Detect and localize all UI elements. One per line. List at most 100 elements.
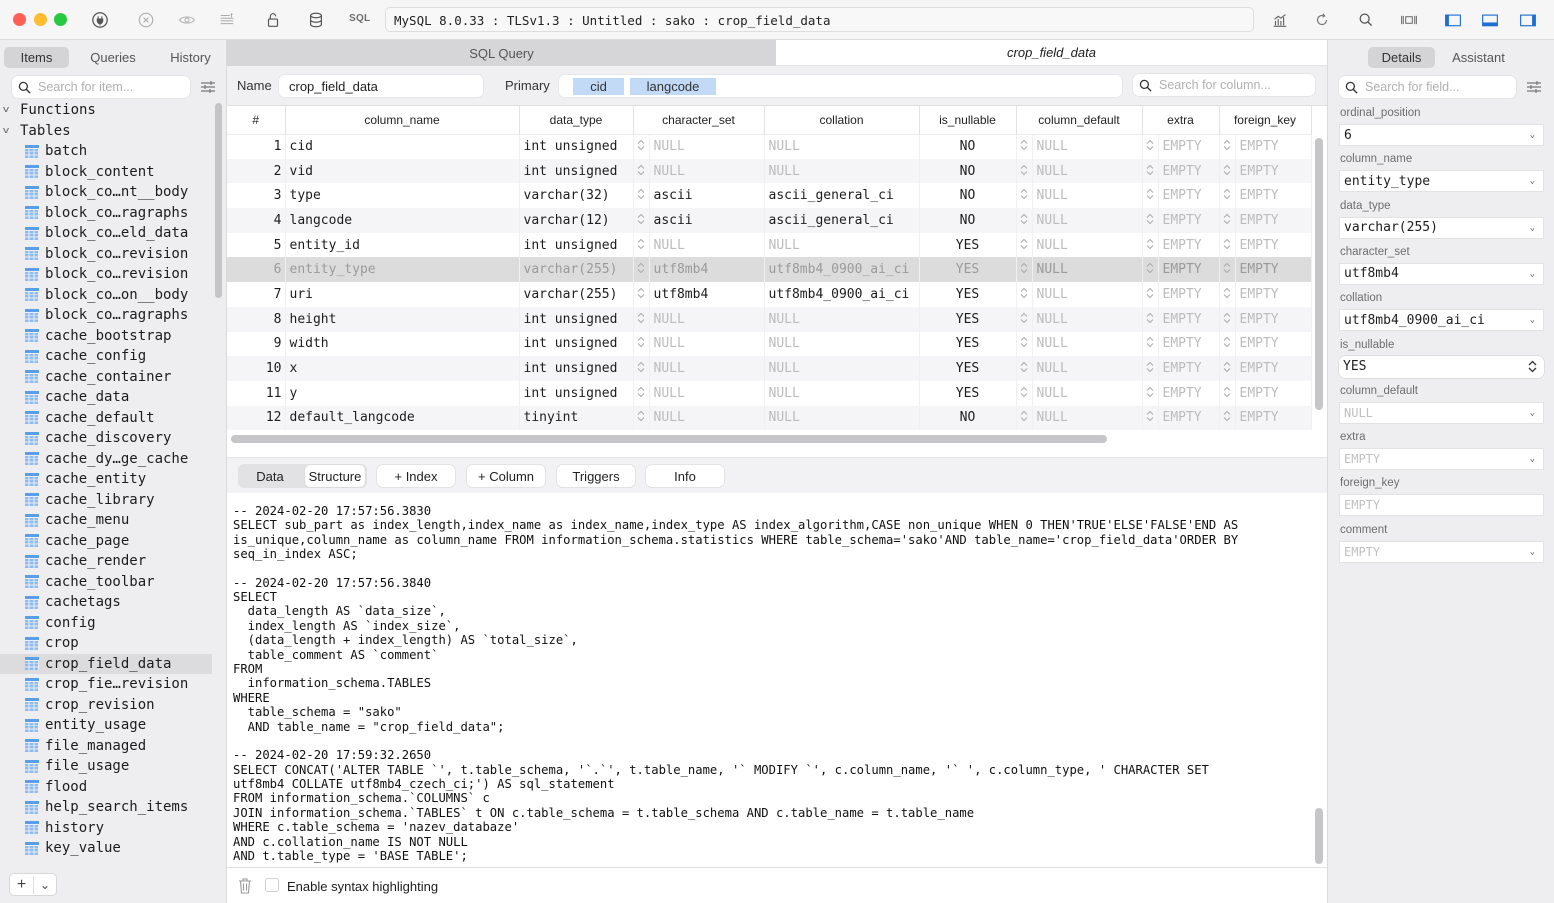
stepper-icon[interactable] — [633, 257, 650, 283]
column-name-cell[interactable]: cid — [285, 134, 520, 159]
character-set-cell[interactable]: ascii — [649, 183, 765, 209]
close-circle-icon[interactable] — [136, 10, 156, 30]
column-default-cell[interactable]: NULL — [1032, 331, 1143, 357]
stepper-icon[interactable] — [1142, 331, 1159, 357]
sidebar-item-table[interactable]: cache_config — [0, 346, 212, 367]
toggle-bottom-panel-icon[interactable] — [1479, 10, 1501, 30]
structure-tab[interactable]: Structure — [305, 465, 365, 487]
stepper-icon[interactable] — [1142, 405, 1159, 431]
column-default-cell[interactable]: NULL — [1032, 208, 1143, 233]
stepper-icon[interactable] — [633, 331, 650, 357]
extra-cell[interactable]: EMPTY — [1158, 331, 1220, 357]
sidebar-tab-queries[interactable]: Queries — [80, 47, 146, 68]
is-nullable-cell[interactable]: YES — [919, 331, 1017, 357]
sidebar-tab-items[interactable]: Items — [4, 47, 69, 68]
window-close-button[interactable] — [13, 13, 26, 26]
stepper-icon[interactable] — [1219, 257, 1236, 283]
data-type-cell[interactable]: varchar(12) — [519, 208, 634, 233]
row-number-cell[interactable]: 10 — [227, 356, 286, 381]
database-icon[interactable] — [306, 10, 326, 30]
stepper-icon[interactable] — [633, 405, 650, 431]
sidebar-item-table[interactable]: cache_render — [0, 551, 212, 572]
detail-field-comment[interactable]: EMPTY ⌄ — [1339, 540, 1544, 563]
sidebar-item-table[interactable]: cache_library — [0, 490, 212, 511]
text-align-icon[interactable] — [217, 10, 237, 30]
row-number-cell[interactable]: 9 — [227, 331, 286, 357]
stepper-icon[interactable] — [1142, 356, 1159, 381]
extra-cell[interactable]: EMPTY — [1158, 282, 1220, 307]
triggers-button[interactable]: Triggers — [557, 465, 635, 487]
foreign-key-cell[interactable]: EMPTY — [1235, 331, 1312, 357]
extra-cell[interactable]: EMPTY — [1158, 257, 1220, 283]
stepper-icon[interactable] — [633, 183, 650, 209]
column-name-cell[interactable]: height — [285, 306, 520, 332]
add-column-button[interactable]: + Column — [467, 465, 545, 487]
column-header[interactable]: data_type — [519, 106, 634, 135]
stepper-icon[interactable] — [1219, 158, 1236, 184]
character-set-cell[interactable]: utf8mb4 — [649, 282, 765, 307]
stepper-icon[interactable] — [1016, 356, 1033, 381]
grid-vertical-scrollbar[interactable] — [1315, 138, 1323, 410]
extra-cell[interactable]: EMPTY — [1158, 380, 1220, 406]
sidebar-item-table[interactable]: flood — [0, 777, 212, 798]
column-name-cell[interactable]: x — [285, 356, 520, 381]
info-button[interactable]: Info — [646, 465, 724, 487]
column-header[interactable]: is_nullable — [919, 106, 1017, 135]
column-name-cell[interactable]: default_langcode — [285, 405, 520, 431]
is-nullable-cell[interactable]: YES — [919, 380, 1017, 406]
sidebar-item-table[interactable]: block_co…ragraphs — [0, 305, 212, 326]
stepper-icon[interactable] — [1016, 380, 1033, 406]
data-type-cell[interactable]: int unsigned — [519, 232, 634, 258]
data-type-cell[interactable]: int unsigned — [519, 380, 634, 406]
foreign-key-cell[interactable]: EMPTY — [1235, 183, 1312, 209]
data-type-cell[interactable]: int unsigned — [519, 331, 634, 357]
table-row[interactable]: 5 entity_id int unsigned NULL NULL YES NULL EMP… — [227, 232, 1312, 258]
chart-icon[interactable] — [1270, 10, 1290, 30]
table-row[interactable]: 10 x int unsigned NULL NULL YES NULL EMPTY EMPTY — [227, 356, 1312, 381]
extra-cell[interactable]: EMPTY — [1158, 232, 1220, 258]
column-default-cell[interactable]: NULL — [1032, 134, 1143, 159]
stepper-icon[interactable] — [1142, 158, 1159, 184]
data-tab[interactable]: Data — [242, 465, 298, 487]
sidebar-item-table[interactable]: cache_toolbar — [0, 572, 212, 593]
data-type-cell[interactable]: varchar(32) — [519, 183, 634, 209]
row-number-cell[interactable]: 7 — [227, 282, 286, 307]
collation-cell[interactable]: NULL — [764, 405, 920, 431]
extra-cell[interactable]: EMPTY — [1158, 208, 1220, 233]
character-set-cell[interactable]: NULL — [649, 158, 765, 184]
column-name-cell[interactable]: uri — [285, 282, 520, 307]
stepper-icon[interactable] — [633, 134, 650, 159]
sidebar-item-table[interactable]: block_co…revision — [0, 244, 212, 265]
detail-field-collation[interactable]: utf8mb4_0900_ai_ci ⌄ — [1339, 309, 1544, 332]
column-name-cell[interactable]: langcode — [285, 208, 520, 233]
row-number-cell[interactable]: 11 — [227, 380, 286, 406]
collation-cell[interactable]: NULL — [764, 306, 920, 332]
sidebar-item-table[interactable]: cache_bootstrap — [0, 326, 212, 347]
column-default-cell[interactable]: NULL — [1032, 183, 1143, 209]
sql-label[interactable]: SQL — [349, 13, 370, 24]
table-row[interactable]: 12 default_langcode tinyint NULL NULL NO NULL E… — [227, 405, 1312, 431]
data-type-cell[interactable]: varchar(255) — [519, 282, 634, 307]
lock-icon[interactable] — [263, 10, 283, 30]
character-set-cell[interactable]: utf8mb4 — [649, 257, 765, 283]
collation-cell[interactable]: utf8mb4_0900_ai_ci — [764, 282, 920, 307]
sidebar-item-table[interactable]: cache_data — [0, 387, 212, 408]
detail-field-ordinal-position[interactable]: 6 ⌄ — [1339, 124, 1544, 146]
sidebar-item-table[interactable]: block_co…nt__body — [0, 182, 212, 203]
sidebar-item-table[interactable]: file_managed — [0, 736, 212, 757]
table-row[interactable]: 11 y int unsigned NULL NULL YES NULL EMPTY EMPTY — [227, 380, 1312, 406]
data-type-cell[interactable]: tinyint — [519, 405, 634, 431]
toggle-right-panel-icon[interactable] — [1517, 10, 1539, 30]
sidebar-item-table[interactable]: config — [0, 613, 212, 634]
sidebar-item-table[interactable]: block_content — [0, 162, 212, 183]
column-name-cell[interactable]: type — [285, 183, 520, 209]
detail-field-foreign-key[interactable]: EMPTY — [1339, 494, 1544, 517]
detail-field-data-type[interactable]: varchar(255) ⌄ — [1339, 216, 1544, 239]
foreign-key-cell[interactable]: EMPTY — [1235, 405, 1312, 431]
sidebar-item-table[interactable]: cache_page — [0, 531, 212, 552]
assistant-tab[interactable]: Assistant — [1445, 47, 1512, 68]
extra-cell[interactable]: EMPTY — [1158, 405, 1220, 431]
data-type-cell[interactable]: int unsigned — [519, 306, 634, 332]
sidebar-item-table[interactable]: file_usage — [0, 756, 212, 777]
sidebar-item-table[interactable]: crop_fie…revision — [0, 674, 212, 695]
